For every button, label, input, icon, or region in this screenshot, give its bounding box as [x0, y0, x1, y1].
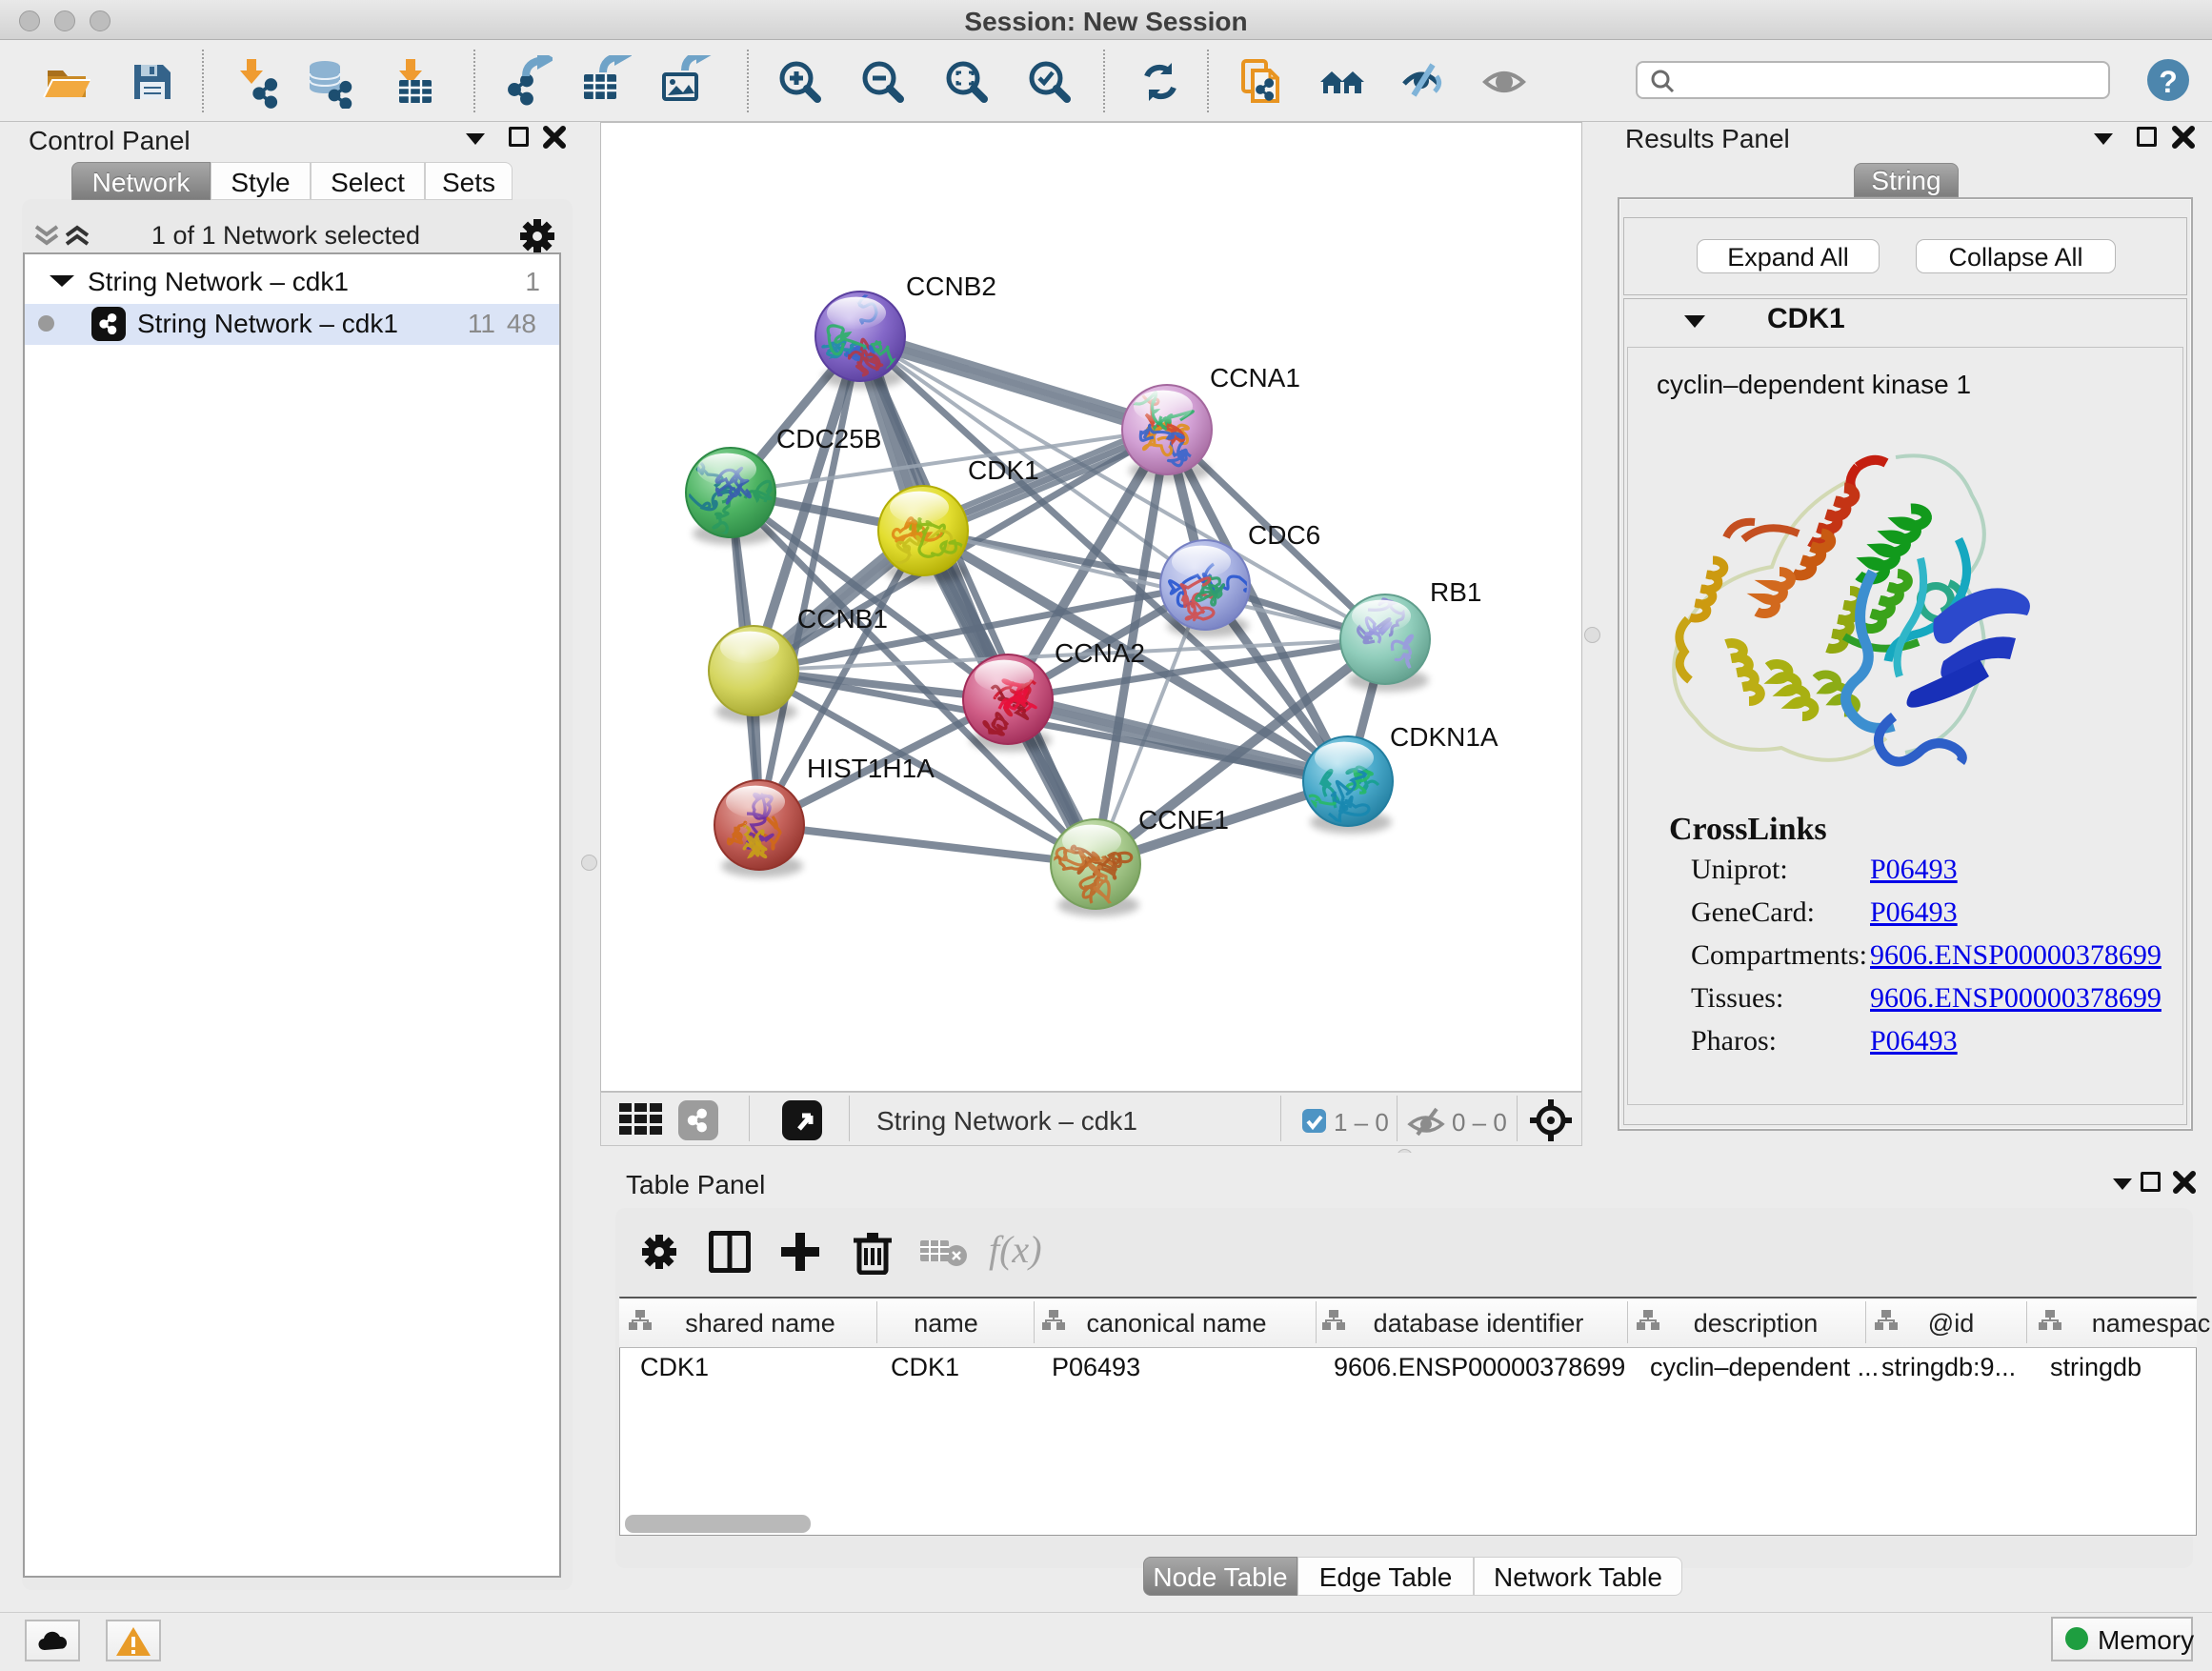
- svg-text:CDC6: CDC6: [1248, 520, 1320, 550]
- svg-text:CDC25B: CDC25B: [776, 424, 881, 453]
- svg-text:CDK1: CDK1: [968, 455, 1039, 485]
- svg-text:CCNB1: CCNB1: [797, 604, 888, 634]
- svg-text:HIST1H1A: HIST1H1A: [807, 754, 935, 783]
- svg-text:CCNE1: CCNE1: [1138, 805, 1229, 835]
- svg-text:RB1: RB1: [1430, 577, 1481, 607]
- svg-text:CDKN1A: CDKN1A: [1390, 722, 1498, 752]
- svg-text:CCNB2: CCNB2: [906, 272, 996, 301]
- svg-text:CCNA2: CCNA2: [1055, 638, 1145, 668]
- svg-text:CCNA1: CCNA1: [1210, 363, 1300, 393]
